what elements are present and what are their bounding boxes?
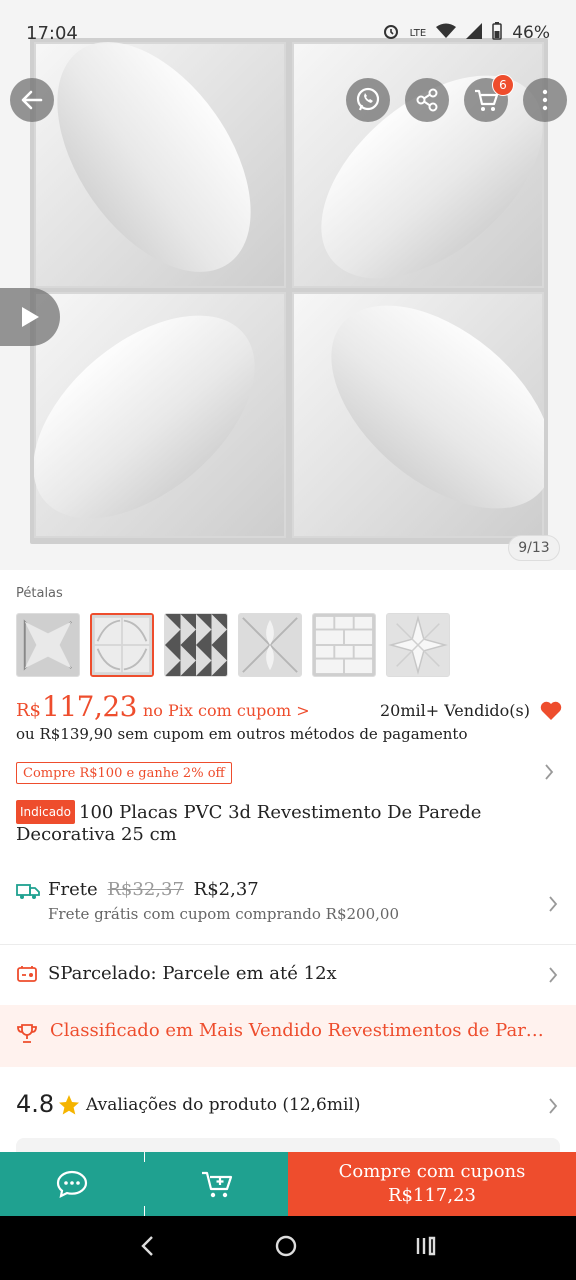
variation-thumbnails: [16, 613, 450, 677]
variation-option-triangles[interactable]: [164, 613, 228, 677]
variation-option-star-flower[interactable]: [386, 613, 450, 677]
image-counter: 9/13: [508, 535, 560, 561]
more-options-button[interactable]: [523, 78, 567, 122]
product-title: 100 Placas PVC 3d Revestimento De Parede…: [16, 802, 482, 845]
installments-label: SParcelado: Parcele em até 12x: [48, 963, 337, 984]
shipping-note: Frete grátis com cupom comprando R$200,0…: [48, 905, 399, 923]
pix-coupon-link[interactable]: no Pix com cupom >: [143, 701, 310, 720]
chat-icon: [56, 1170, 88, 1198]
product-rating-row[interactable]: 4.8 Avaliações do produto (12,6mil): [0, 1080, 576, 1138]
reviews-label: Avaliações do produto (12,6mil): [86, 1095, 361, 1115]
best-seller-ranking-row[interactable]: Classificado em Mais Vendido Revestiment…: [0, 1005, 576, 1067]
rating-score: 4.8: [16, 1090, 55, 1118]
trophy-icon: [16, 1022, 38, 1048]
alternate-price-text: ou R$139,90 sem cupom em outros métodos …: [16, 725, 468, 743]
shipping-new-price: R$2,37: [193, 879, 259, 900]
volte-icon: LTE: [409, 27, 427, 39]
status-time: 17:04: [26, 22, 78, 44]
coupon-offer-badge[interactable]: Compre R$100 e ganhe 2% off: [16, 762, 232, 784]
share-icon: [416, 88, 438, 112]
buy-button-price: R$117,23: [388, 1185, 476, 1206]
product-title-block: Indicado 100 Placas PVC 3d Revestimento D…: [16, 800, 562, 846]
nav-recents-icon[interactable]: [414, 1234, 438, 1262]
bottom-action-bar: Compre com cupons R$117,23: [0, 1152, 576, 1216]
price-currency: R$: [16, 700, 42, 721]
share-button[interactable]: [405, 78, 449, 122]
system-navigation-bar: [0, 1216, 576, 1280]
battery-percent: 46%: [512, 23, 550, 43]
variation-option-flower-cross[interactable]: [238, 613, 302, 677]
whatsapp-icon: [356, 87, 380, 111]
whatsapp-share-button[interactable]: [346, 78, 390, 122]
variation-label: Pétalas: [16, 586, 63, 601]
chat-button[interactable]: [0, 1152, 144, 1216]
ranking-label: Classificado em Mais Vendido Revestiment…: [50, 1020, 550, 1041]
divider: [0, 944, 576, 945]
alarm-icon: [382, 22, 400, 45]
more-vertical-icon: [542, 89, 548, 111]
cart-button[interactable]: 6: [464, 74, 514, 122]
variation-option-petals[interactable]: [90, 613, 154, 677]
favorite-heart-icon[interactable]: [540, 701, 562, 721]
status-bar: 17:04 LTE 46%: [0, 0, 576, 66]
shipping-old-price: R$32,37: [107, 879, 184, 900]
sold-count-text: 20mil+ Vendido(s): [379, 701, 530, 720]
star-icon: [58, 1094, 80, 1120]
chevron-right-icon: [548, 966, 558, 988]
nav-home-icon[interactable]: [274, 1234, 298, 1262]
wifi-icon: [436, 23, 457, 44]
nav-back-icon[interactable]: [138, 1234, 158, 1262]
sold-count: 20mil+ Vendido(s): [380, 701, 562, 721]
play-icon: [22, 307, 39, 327]
signal-icon: [466, 22, 483, 44]
variation-option-diamond[interactable]: [16, 613, 80, 677]
shipping-row[interactable]: Frete R$32,37 R$2,37 Frete grátis com cu…: [0, 868, 576, 944]
play-video-button[interactable]: [0, 288, 60, 346]
chevron-right-icon: [548, 1097, 558, 1119]
shipping-label: Frete: [48, 879, 98, 900]
battery-icon: [492, 21, 502, 45]
cart-count-badge: 6: [492, 74, 514, 96]
price-amount: 117,23: [42, 690, 137, 723]
buy-with-coupons-button[interactable]: Compre com cupons R$117,23: [288, 1152, 576, 1216]
chevron-right-icon[interactable]: [544, 763, 554, 785]
arrow-left-icon: [21, 90, 43, 110]
add-to-cart-button[interactable]: [145, 1152, 288, 1216]
product-image-gallery[interactable]: 17:04 LTE 46% 6 9/13: [0, 0, 576, 570]
installments-row[interactable]: SParcelado: Parcele em até 12x: [0, 946, 576, 1002]
truck-icon: [16, 882, 40, 904]
variation-option-bricks[interactable]: [312, 613, 376, 677]
installment-card-icon: [16, 964, 38, 988]
cart-plus-icon: [201, 1171, 232, 1198]
chevron-right-icon: [548, 895, 558, 917]
price-row: R$ 117,23 no Pix com cupom > 20mil+ Vend…: [16, 690, 562, 723]
back-button[interactable]: [10, 78, 54, 122]
buy-button-label: Compre com cupons: [338, 1161, 526, 1182]
recommended-tag: Indicado: [16, 800, 76, 824]
